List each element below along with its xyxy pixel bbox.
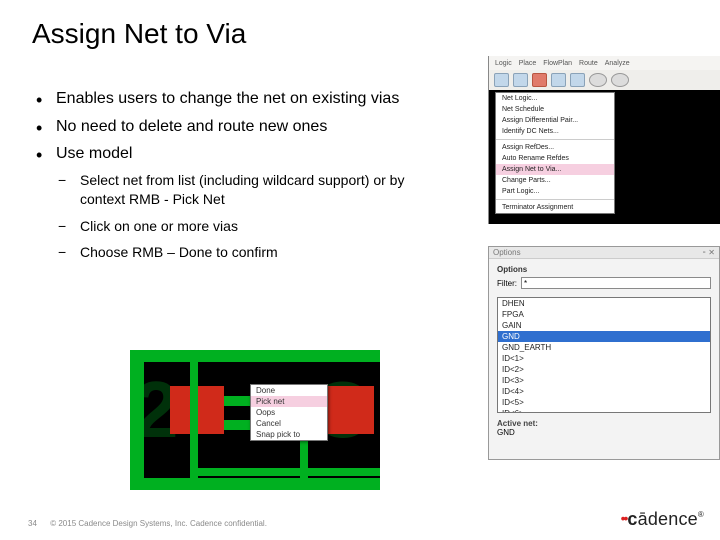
menu-item-highlighted: Assign Net to Via...: [496, 164, 614, 175]
list-item[interactable]: GAIN: [498, 320, 710, 331]
net-listbox[interactable]: DHEN FPGA GAIN GND GND_EARTH ID<1> ID<2>…: [497, 297, 711, 413]
sub-bullet: Choose RMB – Done to confirm: [56, 243, 434, 262]
menu-item: Change Parts...: [496, 175, 614, 186]
menu-item: Identify DC Nets...: [496, 126, 614, 137]
section-label: Options: [497, 265, 711, 274]
close-icon: ⁃ ✕: [702, 248, 715, 257]
active-net-label: Active net:: [497, 419, 711, 428]
sub-bullet: Select net from list (including wildcard…: [56, 171, 434, 209]
menu-screenshot: Logic Place FlowPlan Route Analyze Net L…: [488, 56, 720, 224]
ctx-item-highlighted: Pick net: [251, 396, 327, 407]
list-item[interactable]: GND_EARTH: [498, 342, 710, 353]
toolbar-icon: [532, 73, 547, 87]
filter-label: Filter:: [497, 279, 517, 288]
zoom-icon: [589, 73, 607, 87]
ribbon-tab: Logic: [495, 60, 512, 67]
page-number: 34: [28, 519, 48, 528]
toolbar-icon: [570, 73, 585, 87]
ribbon-tab: Place: [519, 60, 537, 67]
active-net-value: GND: [497, 428, 515, 437]
toolbar-icon: [494, 73, 509, 87]
menu-item: Part Logic...: [496, 186, 614, 197]
list-item[interactable]: ID<1>: [498, 353, 710, 364]
ribbon-tabs: Logic Place FlowPlan Route Analyze: [489, 56, 720, 70]
logic-dropdown: Net Logic... Net Schedule Assign Differe…: [495, 92, 615, 214]
ribbon-tab: Route: [579, 60, 598, 67]
bullet-item: No need to delete and route new ones: [34, 116, 434, 138]
brand-logo: ••cādence®: [621, 509, 704, 530]
list-item[interactable]: ID<4>: [498, 386, 710, 397]
ribbon-tab: FlowPlan: [543, 60, 572, 67]
list-item[interactable]: ID<2>: [498, 364, 710, 375]
filter-input[interactable]: [521, 277, 711, 289]
pcb-screenshot: 2 C Done Pick net Oops Cancel Snap pick …: [130, 350, 380, 490]
ctx-item: Cancel: [251, 418, 327, 429]
zoom-icon: [611, 73, 629, 87]
copyright: © 2015 Cadence Design Systems, Inc. Cade…: [50, 519, 267, 528]
list-item[interactable]: FPGA: [498, 309, 710, 320]
list-item-selected[interactable]: GND: [498, 331, 710, 342]
toolbar: [489, 70, 720, 90]
list-item[interactable]: ID<5>: [498, 397, 710, 408]
ribbon-tab: Analyze: [605, 60, 630, 67]
context-menu: Done Pick net Oops Cancel Snap pick to: [250, 384, 328, 441]
ctx-item: Oops: [251, 407, 327, 418]
list-item[interactable]: DHEN: [498, 298, 710, 309]
menu-item: Terminator Assignment: [496, 202, 614, 213]
sub-bullet: Click on one or more vias: [56, 217, 434, 236]
slide-content: Enables users to change the net on exist…: [34, 88, 434, 270]
menu-item: Assign Differential Pair...: [496, 115, 614, 126]
toolbar-icon: [513, 73, 528, 87]
list-item[interactable]: ID<6>: [498, 408, 710, 413]
footer: 34 © 2015 Cadence Design Systems, Inc. C…: [28, 519, 267, 528]
options-panel: Options ⁃ ✕ Options Filter: DHEN FPGA GA…: [488, 246, 720, 460]
bullet-item: Use model: [34, 143, 434, 165]
panel-title: Options: [493, 248, 521, 257]
toolbar-icon: [551, 73, 566, 87]
slide-title: Assign Net to Via: [32, 18, 246, 50]
menu-item: Assign RefDes...: [496, 142, 614, 153]
menu-item: Auto Rename Refdes: [496, 153, 614, 164]
ctx-item: Done: [251, 385, 327, 396]
list-item[interactable]: ID<3>: [498, 375, 710, 386]
menu-item: Net Logic...: [496, 93, 614, 104]
bullet-item: Enables users to change the net on exist…: [34, 88, 434, 110]
menu-item: Net Schedule: [496, 104, 614, 115]
ctx-item: Snap pick to: [251, 429, 327, 440]
